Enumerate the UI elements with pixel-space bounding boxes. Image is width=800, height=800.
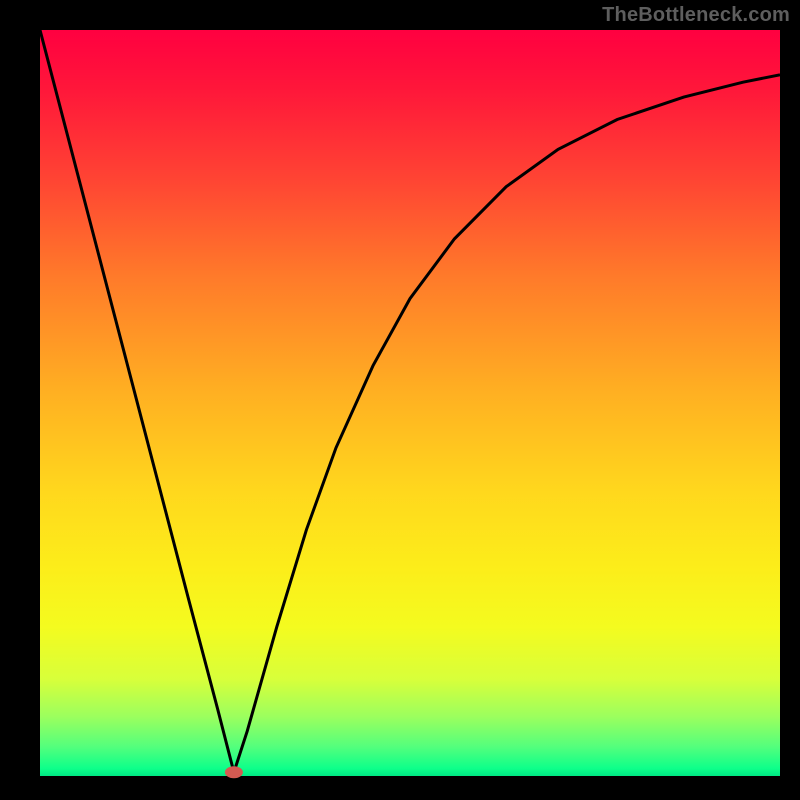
- chart-frame: TheBottleneck.com: [0, 0, 800, 800]
- plot-area: [40, 30, 780, 776]
- chart-svg: [40, 30, 780, 776]
- optimal-marker: [225, 766, 243, 778]
- attribution-text: TheBottleneck.com: [602, 4, 790, 27]
- bottleneck-curve: [40, 30, 780, 772]
